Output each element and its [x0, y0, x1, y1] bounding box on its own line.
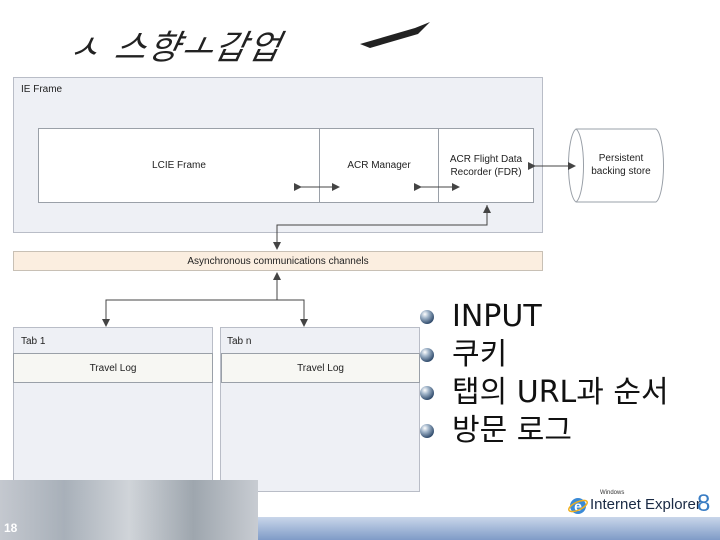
- tabs-connector: [105, 299, 305, 324]
- bullet-text: INPUT: [452, 299, 542, 334]
- footer-photo-strip: [0, 480, 258, 540]
- logo-product-name: Internet Explorer: [590, 496, 701, 513]
- ie-logo-icon: e: [568, 498, 588, 514]
- bullet-item: 방문 로그: [420, 414, 710, 448]
- diagram-connectors: [102, 162, 576, 327]
- bullet-text: 방문 로그: [452, 413, 572, 448]
- logo-version: 8: [697, 490, 711, 517]
- bullet-text: 쿠키: [452, 337, 508, 372]
- bullet-icon: [420, 424, 434, 438]
- fdr-async-arrow: [273, 205, 488, 250]
- bullet-icon: [420, 310, 434, 324]
- bullet-list: INPUT 쿠키 탭의 URL과 순서 방문 로그: [420, 300, 710, 452]
- page-number: 18: [4, 521, 18, 535]
- bullet-item: 탭의 URL과 순서: [420, 376, 710, 410]
- bullet-icon: [420, 348, 434, 362]
- bullet-text: 탭의 URL과 순서: [452, 375, 669, 410]
- bullet-icon: [420, 386, 434, 400]
- bullet-item: 쿠키: [420, 338, 710, 372]
- footer-bar: [258, 517, 720, 540]
- bullet-item: INPUT: [420, 300, 710, 334]
